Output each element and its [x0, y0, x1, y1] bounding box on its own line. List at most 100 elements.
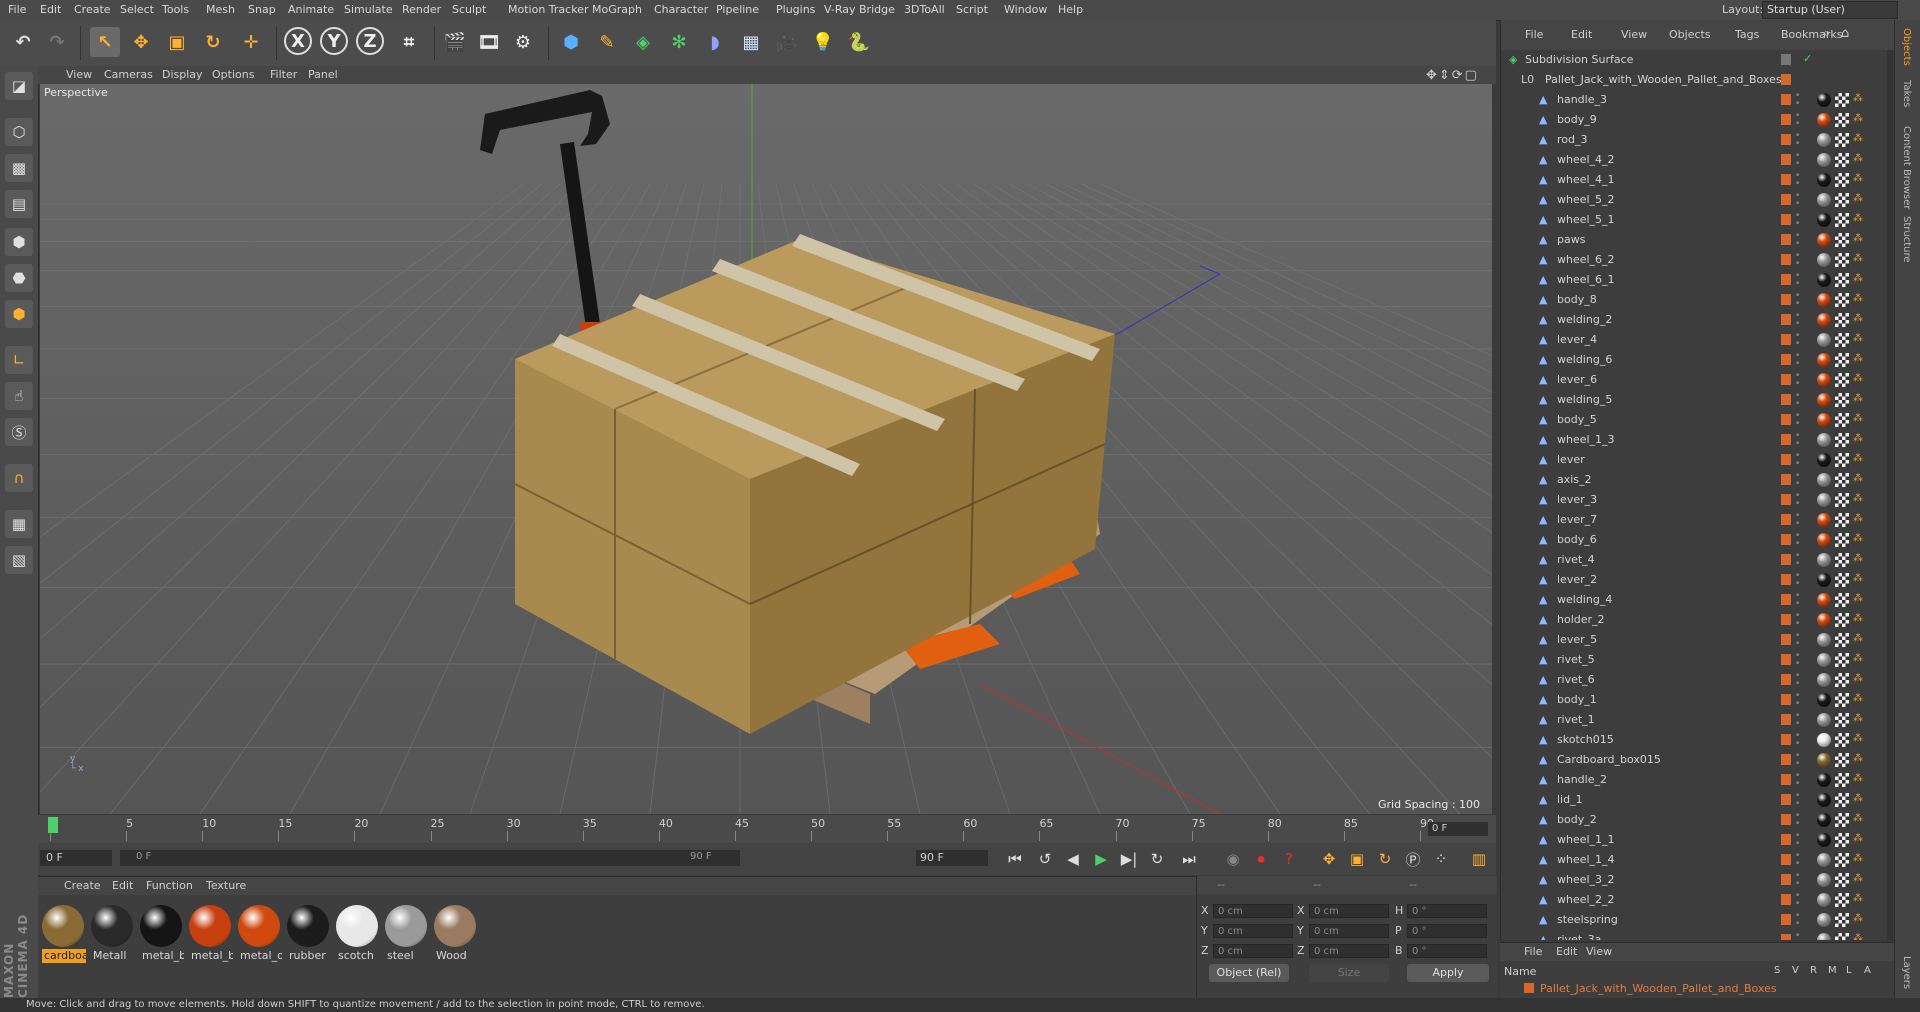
pla-key-icon[interactable]: ⁘ — [1430, 848, 1452, 870]
coords-mode-select[interactable]: Object (Rel) — [1209, 964, 1289, 982]
object-row[interactable]: ▲ rivet_6 • • ⁂ — [1501, 670, 1895, 690]
object-row[interactable]: ▲ wheel_1_4 • • ⁂ — [1501, 850, 1895, 870]
visibility-dots-icon[interactable]: •• — [1795, 452, 1800, 469]
uvw-tag-icon[interactable]: ⁂ — [1853, 813, 1863, 824]
texture-tag-icon[interactable] — [1835, 213, 1849, 227]
coord-field-a[interactable]: 0 cm — [1213, 904, 1293, 918]
visibility-dots-icon[interactable]: •• — [1795, 192, 1800, 209]
menu-character[interactable]: Character — [654, 3, 708, 16]
viewport-menu-panel[interactable]: Panel — [308, 68, 338, 81]
timeline-window-icon[interactable]: ▥ — [1468, 848, 1490, 870]
uvw-tag-icon[interactable]: ⁂ — [1853, 533, 1863, 544]
redo-icon[interactable]: ↷ — [42, 27, 72, 57]
viewport-menu-cameras[interactable]: Cameras — [104, 68, 153, 81]
texture-tag-icon[interactable] — [1835, 173, 1849, 187]
texture-tag-icon[interactable] — [1835, 893, 1849, 907]
viewport-nav-icons[interactable]: ✥⇕⟳▢ — [1426, 68, 1479, 83]
live-selection-icon[interactable]: ↖ — [90, 27, 120, 57]
material-tag-icon[interactable] — [1817, 873, 1831, 887]
material-tag-icon[interactable] — [1817, 113, 1831, 127]
layer-row[interactable]: Pallet_Jack_with_Wooden_Pallet_and_Boxes — [1504, 981, 1888, 997]
object-row[interactable]: ▲ lever_3 • • ⁂ — [1501, 490, 1895, 510]
texture-tag-icon[interactable] — [1835, 273, 1849, 287]
texture-tag-icon[interactable] — [1835, 613, 1849, 627]
keyframe-selection-icon[interactable]: ? — [1278, 848, 1300, 870]
next-frame-icon[interactable]: ▶| — [1118, 848, 1140, 870]
object-menu-edit[interactable]: Edit — [1571, 28, 1592, 41]
menu-window[interactable]: Window — [1004, 3, 1047, 16]
texture-tag-icon[interactable] — [1835, 753, 1849, 767]
layer-menu-file[interactable]: File — [1524, 945, 1542, 958]
object-row[interactable]: ▲ welding_6 • • ⁂ — [1501, 350, 1895, 370]
texture-tag-icon[interactable] — [1835, 353, 1849, 367]
layer-menu-edit[interactable]: Edit — [1556, 945, 1577, 958]
uvw-tag-icon[interactable]: ⁂ — [1853, 113, 1863, 124]
visibility-dots-icon[interactable]: •• — [1795, 712, 1800, 729]
material-tag-icon[interactable] — [1817, 853, 1831, 867]
uvw-tag-icon[interactable]: ⁂ — [1853, 613, 1863, 624]
object-row[interactable]: ▲ wheel_4_2 • • ⁂ — [1501, 150, 1895, 170]
texture-tag-icon[interactable] — [1835, 833, 1849, 847]
texture-tag-icon[interactable] — [1835, 693, 1849, 707]
uvw-tag-icon[interactable]: ⁂ — [1853, 833, 1863, 844]
visibility-dots-icon[interactable]: •• — [1795, 892, 1800, 909]
visibility-dots-icon[interactable]: •• — [1795, 812, 1800, 829]
apply-button[interactable]: Apply — [1407, 964, 1489, 982]
side-tab-layers[interactable]: Layers — [1901, 956, 1912, 989]
y-axis-icon[interactable]: Y — [320, 27, 348, 55]
uvw-tag-icon[interactable]: ⁂ — [1853, 853, 1863, 864]
visibility-dots-icon[interactable]: •• — [1795, 212, 1800, 229]
texture-tag-icon[interactable] — [1835, 733, 1849, 747]
visibility-dots-icon[interactable]: •• — [1795, 412, 1800, 429]
menu-select[interactable]: Select — [120, 3, 154, 16]
object-row[interactable]: ▲ rod_3 • • ⁂ — [1501, 130, 1895, 150]
material-tag-icon[interactable] — [1817, 293, 1831, 307]
material-swatch[interactable]: scotch — [336, 905, 380, 963]
material-swatch[interactable]: steel — [385, 905, 429, 963]
texture-tag-icon[interactable] — [1835, 813, 1849, 827]
material-tag-icon[interactable] — [1817, 773, 1831, 787]
coord-field-c[interactable]: 0 ° — [1407, 904, 1487, 918]
material-tag-icon[interactable] — [1817, 753, 1831, 767]
light-icon[interactable]: 💡 — [808, 27, 838, 57]
material-tag-icon[interactable] — [1817, 573, 1831, 587]
material-tag-icon[interactable] — [1817, 593, 1831, 607]
object-row[interactable]: ▲ body_5 • • ⁂ — [1501, 410, 1895, 430]
menu-mesh[interactable]: Mesh — [206, 3, 235, 16]
object-row[interactable]: ▲ wheel_6_2 • • ⁂ — [1501, 250, 1895, 270]
texture-tag-icon[interactable] — [1835, 393, 1849, 407]
viewport-menu-display[interactable]: Display — [162, 68, 203, 81]
subdivision-icon[interactable]: ◈ — [628, 27, 658, 57]
material-tag-icon[interactable] — [1817, 93, 1831, 107]
coord-field-b[interactable]: 0 cm — [1309, 944, 1389, 958]
menu-sculpt[interactable]: Sculpt — [452, 3, 486, 16]
texture-tag-icon[interactable] — [1835, 113, 1849, 127]
visibility-dots-icon[interactable]: •• — [1795, 852, 1800, 869]
texture-tag-icon[interactable] — [1835, 153, 1849, 167]
play-icon[interactable]: ▶ — [1090, 848, 1112, 870]
coords-size-select[interactable]: Size — [1309, 964, 1389, 982]
material-tag-icon[interactable] — [1817, 273, 1831, 287]
side-tab-takes[interactable]: Takes — [1901, 80, 1912, 107]
go-to-end-icon[interactable]: ⏭ — [1178, 848, 1200, 870]
material-tag-icon[interactable] — [1817, 313, 1831, 327]
object-row[interactable]: ▲ wheel_3_2 • • ⁂ — [1501, 870, 1895, 890]
material-tag-icon[interactable] — [1817, 193, 1831, 207]
material-tag-icon[interactable] — [1817, 673, 1831, 687]
material-menu-texture[interactable]: Texture — [206, 879, 246, 892]
object-row[interactable]: ▲ wheel_5_1 • • ⁂ — [1501, 210, 1895, 230]
uvw-tag-icon[interactable]: ⁂ — [1853, 593, 1863, 604]
object-menu-file[interactable]: File — [1525, 28, 1543, 41]
material-tag-icon[interactable] — [1817, 173, 1831, 187]
object-row[interactable]: ▲ lid_1 • • ⁂ — [1501, 790, 1895, 810]
uvw-tag-icon[interactable]: ⁂ — [1853, 173, 1863, 184]
object-row[interactable]: ▲ wheel_1_1 • • ⁂ — [1501, 830, 1895, 850]
menu-animate[interactable]: Animate — [288, 3, 334, 16]
object-row[interactable]: ▲ body_1 • • ⁂ — [1501, 690, 1895, 710]
loop-forward-icon[interactable]: ↻ — [1146, 848, 1168, 870]
search-icon[interactable]: ⌕ — [1823, 26, 1830, 41]
x-axis-icon[interactable]: X — [284, 27, 312, 55]
object-menu-view[interactable]: View — [1621, 28, 1647, 41]
coordinate-system-icon[interactable]: ⌗ — [394, 27, 424, 57]
coord-field-a[interactable]: 0 cm — [1213, 944, 1293, 958]
